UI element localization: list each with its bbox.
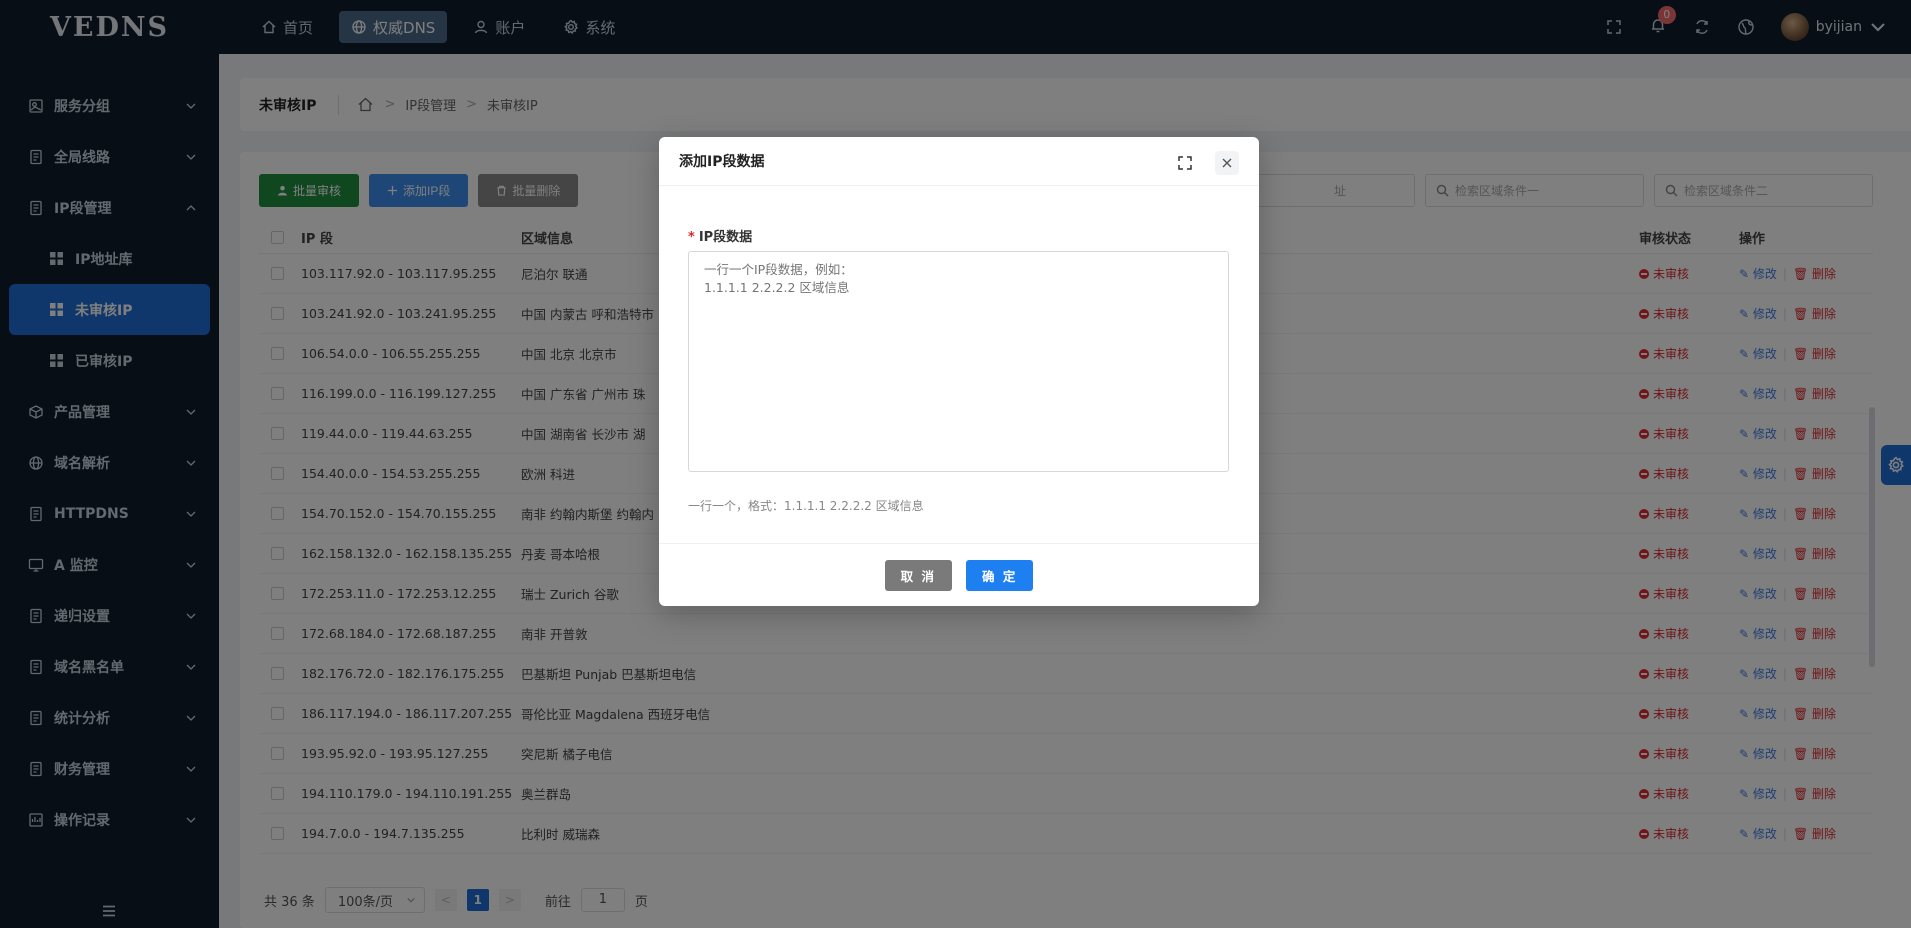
dialog-header: 添加IP段数据 bbox=[659, 137, 1259, 186]
dialog-footer: 取 消 确 定 bbox=[659, 543, 1259, 606]
close-icon bbox=[1222, 158, 1232, 168]
dialog-title: 添加IP段数据 bbox=[679, 154, 765, 170]
cancel-button[interactable]: 取 消 bbox=[884, 559, 952, 591]
ip-data-textarea[interactable] bbox=[688, 251, 1229, 472]
ip-data-label: * IP段数据 bbox=[688, 230, 753, 245]
ip-data-hint: 一行一个，格式：1.1.1.1 2.2.2.2 区域信息 bbox=[688, 499, 924, 513]
dialog-close-button[interactable] bbox=[1215, 151, 1239, 175]
confirm-button[interactable]: 确 定 bbox=[966, 559, 1034, 591]
fullscreen-icon[interactable] bbox=[1177, 155, 1193, 171]
add-ip-dialog: 添加IP段数据 *IP段数据 一行一个，格式：1.1.1.1 2.2.2.2 区… bbox=[659, 137, 1259, 606]
